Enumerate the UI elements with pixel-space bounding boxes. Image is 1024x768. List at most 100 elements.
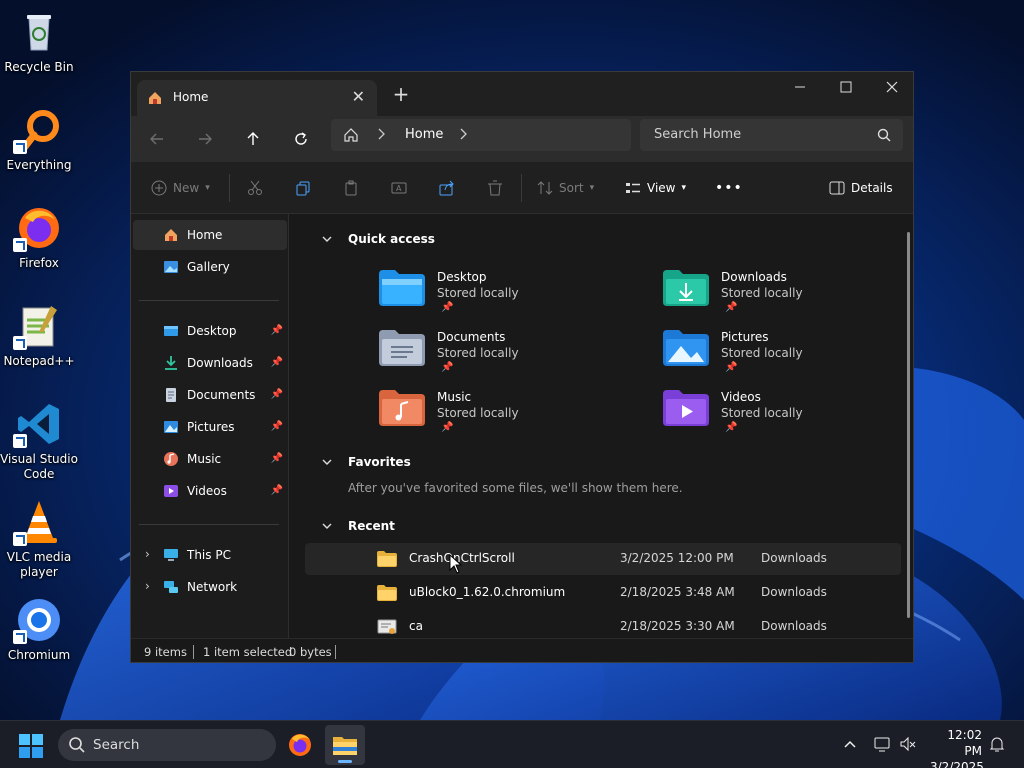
toolbar-divider — [229, 174, 230, 202]
quick-access-item-documents[interactable]: Documents Stored locally 📌 — [379, 328, 629, 384]
desktop-icon-recycle-bin[interactable]: Recycle Bin — [0, 8, 78, 75]
delete-button[interactable] — [487, 177, 503, 199]
nav-item-label: Music — [187, 452, 222, 466]
paste-button[interactable] — [343, 177, 359, 199]
desktop-icon-vscode[interactable]: Visual Studio Code — [0, 400, 78, 482]
quick-access-item-pictures[interactable]: Pictures Stored locally 📌 — [663, 328, 913, 384]
section-header-quick-access[interactable]: Quick access — [321, 230, 521, 250]
search-input[interactable]: Search Home — [640, 119, 903, 151]
breadcrumb[interactable]: Home — [331, 119, 631, 151]
search-icon — [68, 736, 86, 757]
nav-item-label: Pictures — [187, 420, 235, 434]
tab-home[interactable]: Home ✕ — [137, 80, 377, 116]
cut-button[interactable] — [247, 177, 263, 199]
clock[interactable]: 12:02 PM 3/2/2025 — [930, 727, 984, 768]
section-title: Recent — [348, 519, 395, 533]
close-window-button[interactable] — [869, 72, 913, 102]
new-tab-button[interactable]: + — [389, 83, 413, 107]
chevron-up-icon — [844, 740, 856, 748]
refresh-button[interactable] — [285, 124, 317, 154]
start-button[interactable] — [18, 733, 44, 762]
desktop-icon-chromium[interactable]: Chromium — [0, 596, 78, 663]
refresh-icon — [295, 132, 307, 145]
sort-button[interactable]: Sort ▾ — [537, 177, 594, 199]
back-arrow-icon — [150, 133, 163, 145]
nav-item-music[interactable]: Music 📌 — [133, 444, 287, 474]
nav-item-pictures[interactable]: Pictures 📌 — [133, 412, 287, 442]
chevron-right-icon[interactable] — [459, 127, 469, 144]
desktop-icon-everything[interactable]: Everything — [0, 106, 78, 173]
clock-time: 12:02 PM — [947, 728, 982, 758]
taskbar-search-box[interactable]: Search — [58, 729, 276, 761]
new-button[interactable]: New ▾ — [151, 177, 210, 199]
chevron-right-icon — [377, 127, 387, 144]
back-button[interactable] — [141, 124, 173, 154]
quick-access-name: Desktop — [437, 270, 487, 284]
maximize-button[interactable] — [823, 72, 869, 102]
nav-item-this-pc[interactable]: › This PC — [133, 540, 287, 570]
up-button[interactable] — [237, 124, 269, 154]
taskbar-firefox[interactable] — [280, 725, 320, 765]
nav-item-downloads[interactable]: Downloads 📌 — [133, 348, 287, 378]
rename-button[interactable]: A — [391, 177, 407, 199]
network-status-button[interactable] — [873, 735, 891, 756]
nav-item-documents[interactable]: Documents 📌 — [133, 380, 287, 410]
quick-access-item-videos[interactable]: Videos Stored locally 📌 — [663, 388, 913, 444]
chevron-down-icon — [321, 233, 333, 248]
desktop-icon-notepadpp[interactable]: Notepad++ — [0, 302, 78, 369]
desktop-icon-vlc[interactable]: VLC media player — [0, 498, 78, 580]
quick-access-item-desktop[interactable]: Desktop Stored locally 📌 — [379, 268, 629, 324]
expand-chevron-icon[interactable]: › — [145, 547, 150, 561]
status-item-count: 9 items — [144, 645, 187, 659]
folder-icon — [377, 550, 397, 571]
section-header-recent[interactable]: Recent — [321, 517, 521, 537]
pictures-icon — [163, 419, 179, 438]
details-pane-button[interactable]: Details — [829, 177, 893, 199]
desktop-icon-label: Chromium — [7, 648, 71, 662]
videos-folder-icon — [663, 388, 709, 429]
quick-access-item-downloads[interactable]: Downloads Stored locally 📌 — [663, 268, 913, 324]
nav-item-label: Network — [187, 580, 238, 594]
notifications-button[interactable] — [988, 735, 1006, 756]
breadcrumb-item[interactable]: Home — [405, 127, 443, 142]
nav-item-network[interactable]: › Network — [133, 572, 287, 602]
clock-date: 3/2/2025 — [930, 760, 984, 768]
nav-item-videos[interactable]: Videos 📌 — [133, 476, 287, 506]
vertical-scrollbar[interactable] — [907, 232, 910, 618]
taskbar-file-explorer[interactable] — [325, 725, 365, 765]
more-options-button[interactable]: ••• — [715, 177, 743, 199]
quick-access-name: Pictures — [721, 330, 769, 344]
copy-button[interactable] — [295, 177, 311, 199]
recent-date: 3/2/2025 12:00 PM — [620, 551, 734, 565]
documents-folder-icon — [379, 328, 425, 369]
expand-chevron-icon[interactable]: › — [145, 579, 150, 593]
view-button[interactable]: View ▾ — [625, 177, 686, 199]
shortcut-arrow-icon — [13, 532, 27, 546]
quick-access-subtitle: Stored locally — [721, 406, 803, 420]
share-button[interactable] — [439, 177, 455, 199]
minimize-button[interactable] — [777, 72, 823, 102]
nav-item-desktop[interactable]: Desktop 📌 — [133, 316, 287, 346]
desktop-icon-firefox[interactable]: Firefox — [0, 204, 78, 271]
view-label: View — [647, 181, 676, 195]
status-bar: 9 items 1 item selected 0 bytes — [131, 638, 913, 662]
quick-access-item-music[interactable]: Music Stored locally 📌 — [379, 388, 629, 444]
forward-button[interactable] — [189, 124, 221, 154]
recycle-bin-icon — [15, 8, 63, 56]
close-tab-icon[interactable]: ✕ — [352, 87, 365, 106]
active-indicator — [338, 760, 352, 763]
volume-button[interactable] — [899, 735, 917, 756]
rename-icon: A — [391, 182, 407, 194]
section-header-favorites[interactable]: Favorites — [321, 453, 521, 473]
plus-circle-icon — [151, 180, 167, 196]
nav-item-home[interactable]: Home — [133, 220, 287, 250]
pin-icon: 📌 — [725, 362, 738, 373]
recent-name: uBlock0_1.62.0.chromium — [409, 585, 566, 599]
show-hidden-icons-button[interactable] — [842, 736, 858, 755]
nav-item-gallery[interactable]: Gallery — [133, 252, 287, 282]
shortcut-arrow-icon — [13, 434, 27, 448]
title-bar[interactable]: Home ✕ + — [131, 72, 913, 116]
recent-row[interactable]: CrashOnCtrlScroll 3/2/2025 12:00 PM Down… — [305, 543, 901, 575]
sort-icon — [537, 181, 553, 195]
recent-row[interactable]: uBlock0_1.62.0.chromium 2/18/2025 3:48 A… — [305, 577, 901, 609]
